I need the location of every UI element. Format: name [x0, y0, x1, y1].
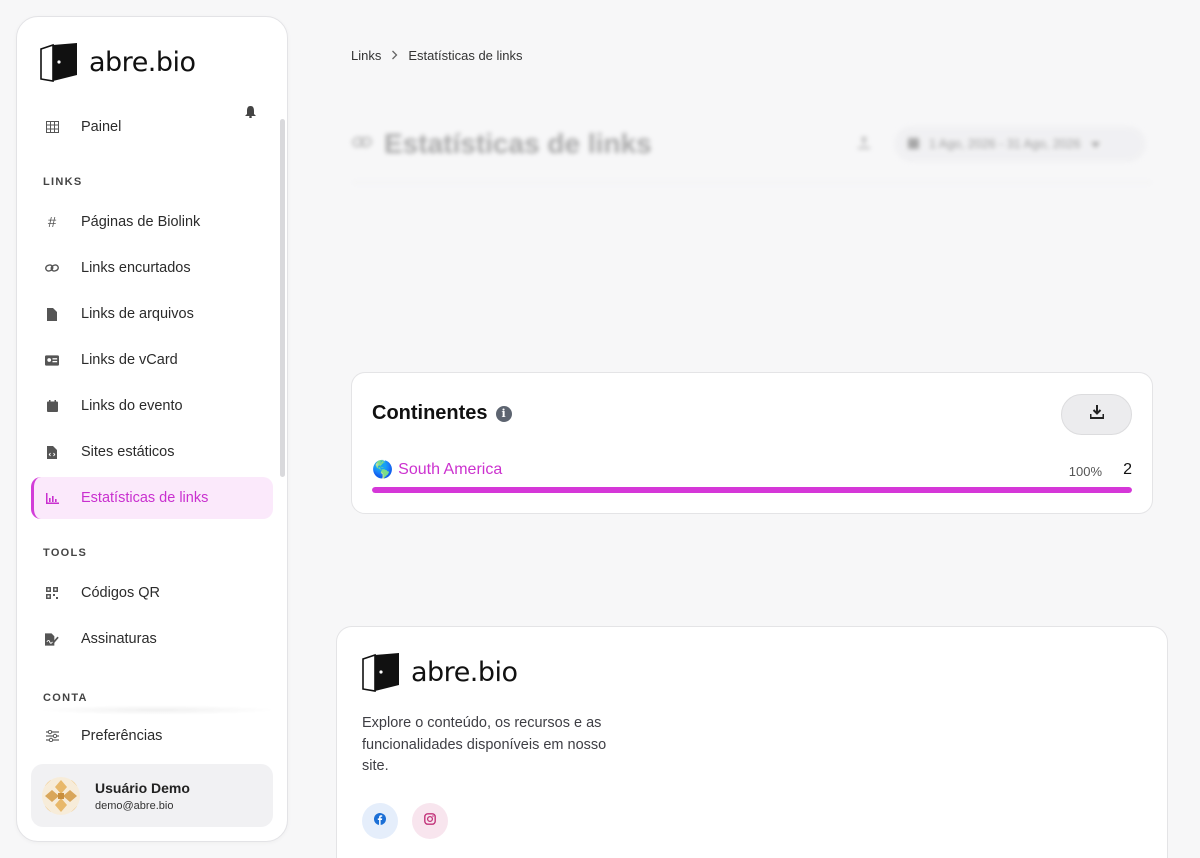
brand-logo[interactable]: abre.bio [39, 41, 196, 83]
sidebar-item-links-arquivos[interactable]: Links de arquivos [31, 293, 273, 335]
sidebar-item-label: Assinaturas [81, 631, 157, 647]
progress-bar-fill [372, 487, 1132, 493]
date-range-label: 1 Ago, 2026 - 31 Ago, 2026 [929, 137, 1081, 151]
divider [352, 182, 1152, 183]
table-icon [45, 120, 59, 134]
section-label-tools: TOOLS [43, 547, 88, 559]
file-code-icon [45, 445, 59, 459]
user-email: demo@abre.bio [95, 799, 174, 812]
sidebar-scrollbar[interactable] [280, 119, 285, 477]
sidebar-item-label: Páginas de Biolink [81, 214, 201, 230]
card-title-text: Continentes [372, 402, 488, 424]
page-header: Estatísticas de links 1 Ago, 2026 - 31 A… [352, 126, 1152, 186]
calendar-icon [45, 399, 59, 413]
sidebar-item-links-encurtados[interactable]: Links encurtados [31, 247, 273, 289]
sidebar-item-links-evento[interactable]: Links do evento [31, 385, 273, 427]
instagram-icon [424, 812, 436, 830]
sidebar-item-assinaturas[interactable]: Assinaturas [31, 618, 273, 660]
continents-card: Continentes i 🌎 South America 100% 2 [351, 372, 1153, 514]
sidebar-item-label: Códigos QR [81, 585, 160, 601]
sidebar-item-label: Painel [81, 119, 122, 135]
sidebar-item-label: Links de arquivos [81, 306, 194, 322]
brand-name: abre.bio [89, 46, 196, 78]
sidebar-item-label: Estatísticas de links [81, 490, 209, 506]
scroll-fade-bottom [37, 705, 277, 715]
sidebar-item-codigos-qr[interactable]: Códigos QR [31, 572, 273, 614]
section-label-conta: CONTA [43, 692, 88, 704]
sidebar-item-label: Sites estáticos [81, 444, 175, 460]
facebook-button[interactable] [362, 803, 398, 839]
row-count: 2 [1123, 461, 1132, 478]
chart-icon [45, 491, 59, 505]
sidebar-item-estatisticas[interactable]: Estatísticas de links [31, 477, 273, 519]
breadcrumb-current: Estatísticas de links [408, 48, 523, 63]
table-row: 🌎 South America 100% 2 [372, 460, 1132, 482]
facebook-icon [374, 812, 386, 830]
id-card-icon [45, 353, 59, 367]
download-icon [1089, 405, 1104, 424]
sliders-icon [45, 729, 59, 743]
sidebar-item-sites-estaticos[interactable]: Sites estáticos [31, 431, 273, 473]
share-icon[interactable] [858, 136, 870, 155]
calendar-icon [908, 136, 919, 152]
page-title: Estatísticas de links [384, 128, 652, 159]
footer-description: Explore o conteúdo, os recursos e as fun… [362, 715, 607, 774]
hash-icon: # [47, 213, 57, 231]
date-range-picker[interactable]: 1 Ago, 2026 - 31 Ago, 2026 [894, 126, 1146, 162]
qrcode-icon [45, 586, 59, 600]
globe-americas-icon: 🌎 [372, 460, 394, 479]
bell-icon[interactable] [245, 105, 256, 123]
breadcrumb-root-link[interactable]: Links [351, 48, 381, 63]
breadcrumb: Links Estatísticas de links [351, 48, 523, 63]
footer-brand-name: abre.bio [411, 656, 518, 688]
footer-brand-logo[interactable]: abre.bio [361, 651, 518, 693]
user-name: Usuário Demo [95, 779, 190, 796]
card-title: Continentes i [372, 402, 512, 425]
sidebar-item-label: Preferências [81, 728, 163, 744]
file-icon [45, 307, 59, 321]
row-percent: 100% [1068, 464, 1102, 479]
continent-name: South America [398, 461, 503, 478]
instagram-button[interactable] [412, 803, 448, 839]
user-card[interactable]: Usuário Demo demo@abre.bio [31, 764, 273, 827]
sidebar-item-label: Links encurtados [81, 260, 191, 276]
sidebar-item-links-vcard[interactable]: Links de vCard [31, 339, 273, 381]
caret-down-icon [1090, 137, 1100, 151]
sidebar-item-label: Links do evento [81, 398, 183, 414]
link-icon [45, 261, 59, 275]
progress-bar [372, 487, 1132, 493]
section-label-links: LINKS [43, 176, 83, 188]
download-button[interactable] [1061, 394, 1132, 435]
link-icon [352, 135, 372, 154]
footer: abre.bio Explore o conteúdo, os recursos… [336, 626, 1168, 858]
avatar [42, 776, 80, 815]
chevron-right-icon [391, 49, 398, 63]
signature-icon [45, 632, 59, 646]
info-icon[interactable]: i [495, 405, 512, 422]
door-logo-icon [40, 43, 77, 82]
door-logo-icon [362, 653, 399, 692]
sidebar-item-label: Links de vCard [81, 352, 178, 368]
continent-link[interactable]: 🌎 South America [372, 460, 502, 480]
scroll-fade-top [17, 103, 281, 119]
sidebar-item-preferencias[interactable]: Preferências [31, 715, 273, 757]
sidebar-item-biolink[interactable]: # Páginas de Biolink [31, 201, 273, 243]
sidebar: abre.bio Painel LINKS # Páginas de Bioli… [16, 16, 288, 842]
sidebar-nav: Painel LINKS # Páginas de Biolink Links … [17, 103, 281, 703]
